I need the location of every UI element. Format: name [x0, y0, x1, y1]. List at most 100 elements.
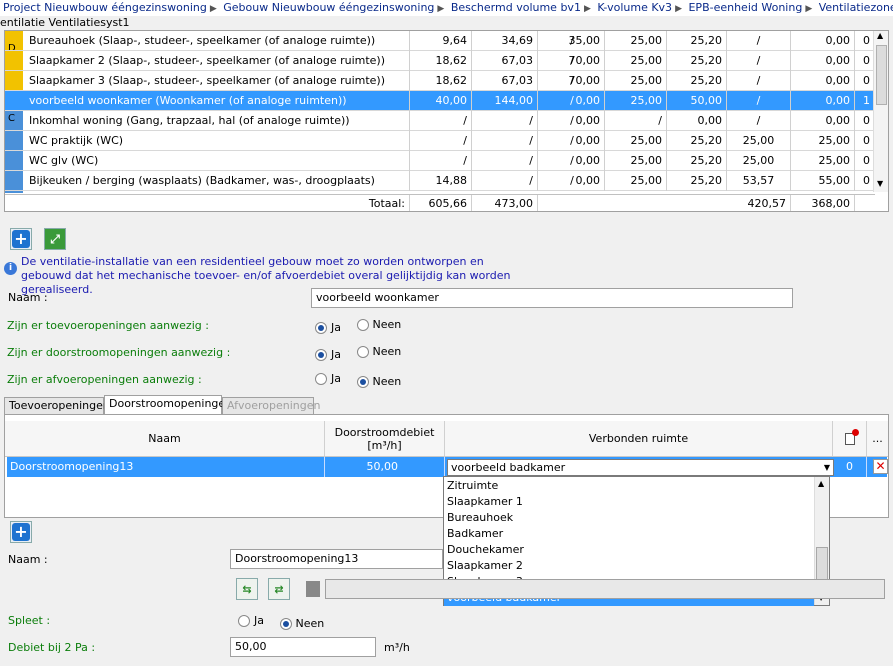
room-name-cell[interactable]: WC glv (WC) [25, 151, 410, 171]
table-row[interactable]: WC praktijk (WC) //0,00/25,00 25,20 25,00 25… [5, 131, 875, 151]
breadcrumb-item[interactable]: EPB-eenheid Woning [688, 1, 802, 14]
add-room-button[interactable]: + [10, 228, 32, 250]
table-row[interactable]: Slaapkamer 3 (Slaap-, studeer-, speelkam… [5, 71, 875, 91]
value-cell[interactable]: / [540, 91, 605, 111]
room-name-cell[interactable]: voorbeeld woonkamer (Woonkamer (of analo… [25, 91, 410, 111]
value-cell[interactable]: / [540, 171, 605, 191]
scroll-up-icon[interactable]: ▲ [877, 31, 883, 40]
value-cell[interactable]: / [540, 111, 605, 131]
value-cell[interactable]: 0,00 [667, 111, 727, 131]
value-cell[interactable]: 25,00 [605, 151, 667, 171]
value-cell[interactable]: 0 [855, 151, 875, 171]
value-cell[interactable]: / [540, 31, 605, 51]
value-cell[interactable]: 50,00 [667, 91, 727, 111]
chevron-down-icon[interactable]: ▼ [824, 460, 830, 475]
value-cell[interactable]: 18,62 [410, 71, 472, 91]
value-cell[interactable]: / [472, 131, 538, 151]
value-cell[interactable]: / [472, 151, 538, 171]
value-cell[interactable]: 25,00 [605, 171, 667, 191]
value-cell[interactable]: 25,00 [727, 151, 791, 171]
table-row[interactable]: voorbeeld woonkamer (Woonkamer (of analo… [5, 91, 875, 111]
value-cell[interactable]: 25,00 [605, 31, 667, 51]
value-cell[interactable]: 25,00 [727, 131, 791, 151]
col-header-debiet[interactable]: Doorstroomdebiet [m³/h] [325, 421, 445, 457]
value-cell[interactable]: / [472, 171, 538, 191]
value-cell[interactable]: 1 [855, 91, 875, 111]
spleet-neen-radio[interactable]: Neen [279, 617, 324, 630]
col-header-verbonden[interactable]: Verbonden ruimte [445, 421, 833, 457]
value-cell[interactable]: / [727, 71, 791, 91]
breadcrumb-item[interactable]: Ventilatiezone vz1 [819, 1, 893, 14]
breadcrumb-item[interactable]: K-volume Kv3 [597, 1, 672, 14]
table-row[interactable]: Slaapkamer 2 (Slaap-, studeer-, speelkam… [5, 51, 875, 71]
opening-debiet-cell[interactable]: 50,00 [325, 457, 445, 477]
grid-scrollbar[interactable]: ▲ ▼ [873, 31, 888, 192]
value-cell[interactable]: 25,00 [791, 131, 855, 151]
value-cell[interactable]: 25,00 [605, 131, 667, 151]
value-cell[interactable]: 0 [855, 171, 875, 191]
value-cell[interactable]: 25,20 [667, 71, 727, 91]
toevoer-neen-radio[interactable]: Neen [356, 318, 401, 331]
col-header-count[interactable] [833, 421, 867, 457]
value-cell[interactable]: 25,20 [667, 171, 727, 191]
dropdown-option[interactable]: Zitruimte [444, 478, 814, 494]
value-cell[interactable]: 34,69 [472, 31, 538, 51]
table-row[interactable]: Bijkeuken / berging (wasplaats) (Badkame… [5, 171, 875, 191]
value-cell[interactable]: 0,00 [791, 111, 855, 131]
value-cell[interactable]: / [727, 51, 791, 71]
room-name-cell[interactable]: Slaapkamer 2 (Slaap-, studeer-, speelkam… [25, 51, 410, 71]
table-row[interactable]: WC glv (WC) //0,00/25,00 25,20 25,00 25,00 0 [5, 151, 875, 171]
room-name-cell[interactable]: Bureauhoek (Slaap-, studeer-, speelkamer… [25, 31, 410, 51]
value-cell[interactable]: 25,20 [667, 51, 727, 71]
value-cell[interactable]: 144,00 [472, 91, 538, 111]
debiet-input[interactable]: 50,00 [230, 637, 376, 657]
value-cell[interactable]: 25,20 [667, 131, 727, 151]
value-cell[interactable]: / [540, 151, 605, 171]
room-name-cell[interactable]: Bijkeuken / berging (wasplaats) (Badkame… [25, 171, 410, 191]
value-cell[interactable]: / [727, 91, 791, 111]
value-cell[interactable]: 55,00 [791, 171, 855, 191]
value-cell[interactable]: 25,00 [605, 51, 667, 71]
detail-naam-input[interactable]: Doorstroomopening13 [230, 549, 443, 569]
naam-input[interactable]: voorbeeld woonkamer [311, 288, 793, 308]
value-cell[interactable]: 0 [855, 111, 875, 131]
col-header-naam[interactable]: Naam [5, 421, 325, 457]
dropdown-option[interactable]: Badkamer [444, 526, 814, 542]
value-cell[interactable]: 0 [855, 31, 875, 51]
value-cell[interactable]: / [410, 111, 472, 131]
breadcrumb-item[interactable]: Project Nieuwbouw ééngezinswoning [3, 1, 207, 14]
room-name-cell[interactable]: Inkomhal woning (Gang, trapzaal, hal (of… [25, 111, 410, 131]
expand-button[interactable]: ⤢ [44, 228, 66, 250]
doorstroom-neen-radio[interactable]: Neen [356, 345, 401, 358]
delete-opening-button[interactable]: ✕ [873, 459, 888, 474]
value-cell[interactable]: 0,00 [791, 31, 855, 51]
scroll-down-icon[interactable]: ▼ [877, 179, 883, 188]
table-row[interactable]: Inkomhal woning (Gang, trapzaal, hal (of… [5, 111, 875, 131]
verbonden-ruimte-select[interactable]: voorbeeld badkamer ▼ [447, 459, 834, 476]
value-cell[interactable]: 0,00 [791, 91, 855, 111]
value-cell[interactable]: / [540, 51, 605, 71]
value-cell[interactable]: / [540, 71, 605, 91]
value-cell[interactable]: / [410, 131, 472, 151]
value-cell[interactable]: 67,03 [472, 51, 538, 71]
value-cell[interactable]: / [727, 31, 791, 51]
value-cell[interactable]: 18,62 [410, 51, 472, 71]
value-cell[interactable]: / [605, 111, 667, 131]
scroll-up-icon[interactable]: ▲ [818, 479, 824, 488]
value-cell[interactable]: 25,20 [667, 31, 727, 51]
col-header-more[interactable]: ... [867, 421, 888, 457]
dropdown-option[interactable]: Bureauhoek [444, 510, 814, 526]
value-cell[interactable]: 14,88 [410, 171, 472, 191]
table-row[interactable]: Bureauhoek (Slaap-, studeer-, speelkamer… [5, 31, 875, 51]
export-button[interactable]: ⇄ [268, 578, 290, 600]
value-cell[interactable]: 53,57 [727, 171, 791, 191]
dropdown-option[interactable]: Slaapkamer 2 [444, 558, 814, 574]
value-cell[interactable]: 67,03 [472, 71, 538, 91]
afvoer-neen-radio[interactable]: Neen [356, 375, 401, 388]
afvoer-ja-radio[interactable]: Ja [315, 372, 341, 385]
room-name-cell[interactable]: WC praktijk (WC) [25, 131, 410, 151]
doorstroom-ja-radio[interactable]: Ja [315, 348, 341, 361]
dropdown-option[interactable]: Douchekamer [444, 542, 814, 558]
add-opening-button[interactable]: + [10, 521, 32, 543]
value-cell[interactable]: 25,00 [605, 71, 667, 91]
